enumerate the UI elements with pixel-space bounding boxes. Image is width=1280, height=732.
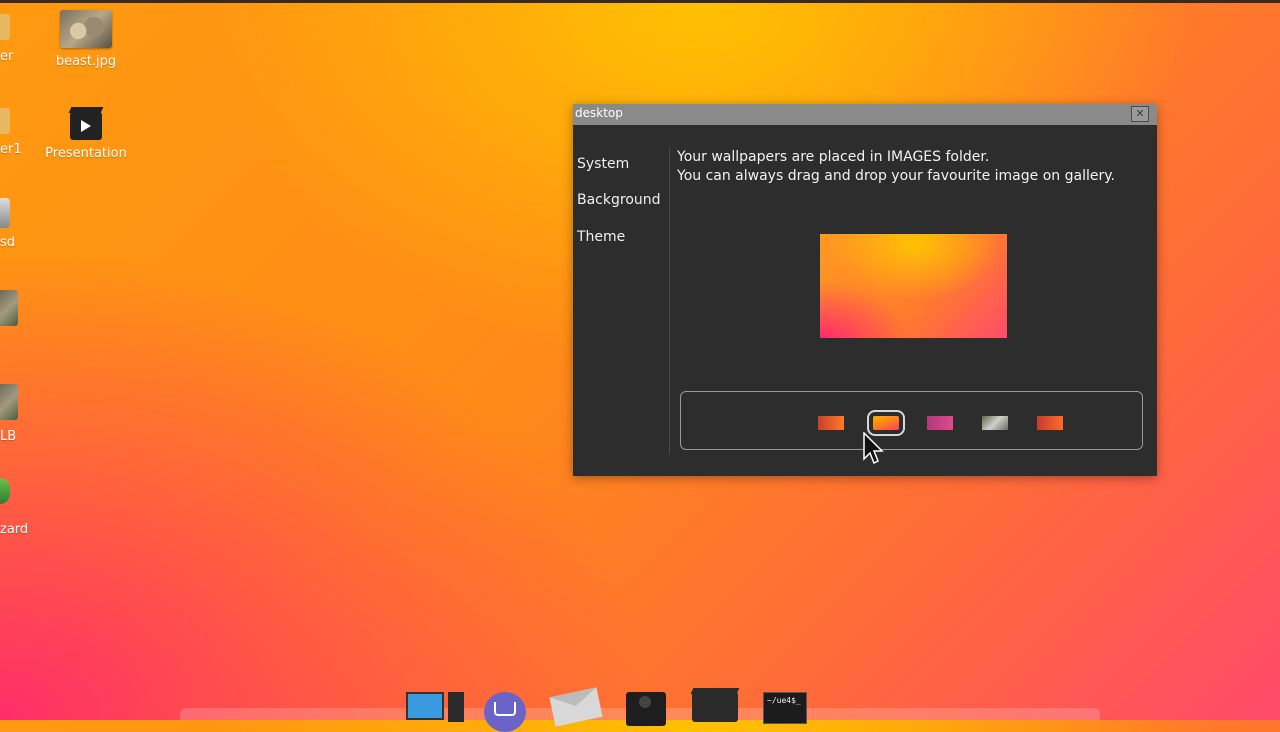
desktop-icon-label[interactable]: er [0,49,13,64]
speaker-icon[interactable] [626,692,666,726]
terminal-prompt-text: ~/ue4$_ [767,696,801,705]
computer-icon[interactable] [406,692,464,722]
desktop-icon-presentation[interactable]: Presentation [44,112,128,161]
gallery-thumbnail[interactable] [1037,416,1063,430]
video-clapper-icon [70,112,102,140]
drive-icon[interactable] [0,198,10,228]
window-titlebar[interactable]: desktop ✕ [573,104,1157,125]
settings-sidebar: System Background Theme [573,125,669,455]
wallpaper-preview [820,234,1007,338]
gallery-thumbnail[interactable] [927,416,953,430]
sidebar-item-system[interactable]: System [577,156,629,172]
folder-icon[interactable] [0,14,10,40]
wallpaper-info-text: Your wallpapers are placed in IMAGES fol… [677,148,1115,186]
image-thumbnail-icon [60,10,112,48]
terminal-icon[interactable]: ~/ue4$_ [763,692,807,724]
sidebar-divider [669,148,670,454]
desktop-icon-label[interactable]: sd [0,235,15,250]
image-thumbnail-icon[interactable] [0,384,18,420]
desktop-icon-beast-jpg[interactable]: beast.jpg [52,10,120,69]
desktop-icon-label: beast.jpg [55,54,117,69]
mouse-cursor-icon [863,432,884,465]
desktop-icon-label: Presentation [45,146,127,161]
mail-icon[interactable] [549,687,603,727]
wallpaper-gallery[interactable] [680,391,1143,450]
desktop-icon-label[interactable]: zard [0,522,28,537]
settings-window: desktop ✕ System Background Theme Your w… [573,104,1157,476]
close-button[interactable]: ✕ [1131,106,1149,122]
gallery-thumbnail[interactable] [818,416,844,430]
wizard-icon[interactable] [0,478,10,504]
desktop-icon-label[interactable]: er1 [0,142,22,157]
window-title: desktop [575,106,623,120]
shop-basket-icon[interactable] [484,692,526,732]
gallery-thumbnail[interactable] [982,416,1008,430]
image-thumbnail-icon[interactable] [0,290,18,326]
gallery-thumbnail-selected[interactable] [867,410,905,436]
folder-icon[interactable] [0,108,10,134]
video-clapper-icon[interactable] [692,692,738,722]
sidebar-item-background[interactable]: Background [577,192,661,208]
info-line: You can always drag and drop your favour… [677,168,1115,184]
desktop-icon-label[interactable]: LB [0,429,16,444]
sidebar-item-theme[interactable]: Theme [577,229,625,245]
screen-top-border [0,0,1280,3]
info-line: Your wallpapers are placed in IMAGES fol… [677,149,990,165]
